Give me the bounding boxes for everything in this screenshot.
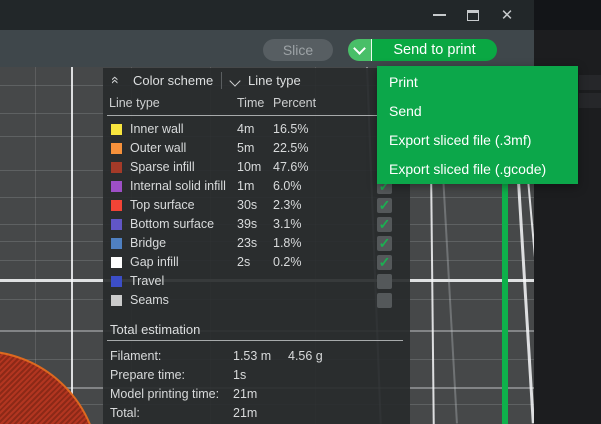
send-to-print-button[interactable]: Send to print [372, 39, 497, 61]
column-header-time: Time [237, 96, 264, 110]
total-estimation-title: Total estimation [110, 322, 200, 337]
line-type-checkbox[interactable] [377, 274, 392, 289]
percent-value: 0.2% [273, 253, 302, 272]
panel-title: Color scheme [133, 73, 213, 88]
total-row: Prepare time: 1s [103, 366, 410, 385]
line-type-label: Inner wall [130, 120, 184, 139]
divider [221, 72, 222, 89]
line-type-label: Seams [130, 291, 169, 310]
total-value: 1.53 m [233, 347, 271, 366]
percent-value: 22.5% [273, 139, 308, 158]
line-type-checkbox[interactable] [377, 293, 392, 308]
total-row: Filament: 1.53 m 4.56 g [103, 347, 410, 366]
time-value: 30s [237, 196, 257, 215]
percent-value: 2.3% [273, 196, 302, 215]
line-type-label: Outer wall [130, 139, 186, 158]
menu-item-print[interactable]: Print [377, 67, 578, 96]
percent-value: 6.0% [273, 177, 302, 196]
view-mode-dropdown[interactable]: Line type [248, 73, 301, 88]
title-bar-right [534, 0, 601, 30]
line-type-color-swatch [111, 181, 122, 192]
minimize-button[interactable] [422, 0, 456, 30]
line-type-color-swatch [111, 143, 122, 154]
time-value: 5m [237, 139, 254, 158]
grid-line-major [71, 67, 73, 424]
line-type-checkbox[interactable]: ✓ [377, 255, 392, 270]
total-row: Model printing time: 21m [103, 385, 410, 404]
column-header-percent: Percent [273, 96, 316, 110]
line-type-checkbox[interactable]: ✓ [377, 198, 392, 213]
line-type-color-swatch [111, 257, 122, 268]
time-value: 23s [237, 234, 257, 253]
close-button[interactable]: ✕ [490, 0, 524, 30]
total-row: Total: 21m [103, 404, 410, 423]
line-type-checkbox[interactable]: ✓ [377, 217, 392, 232]
app-window: « Color scheme Line type Line type Time … [0, 0, 601, 424]
line-type-label: Top surface [130, 196, 195, 215]
line-type-checkbox[interactable]: ✓ [377, 236, 392, 251]
time-value: 10m [237, 158, 261, 177]
slice-button[interactable]: Slice [263, 39, 333, 61]
table-row: Outer wall 5m 22.5% ✓ [103, 139, 410, 158]
maximize-icon [467, 10, 479, 21]
send-to-print-menu: Print Send Export sliced file (.3mf) Exp… [377, 66, 578, 184]
chevron-down-icon[interactable] [229, 75, 240, 86]
total-value: 1s [233, 366, 246, 385]
table-row: Travel [103, 272, 410, 291]
line-type-label: Sparse infill [130, 158, 195, 177]
maximize-button[interactable] [456, 0, 490, 30]
chevron-down-icon [353, 42, 366, 55]
table-row: Bottom surface 39s 3.1% ✓ [103, 215, 410, 234]
total-label: Total: [110, 404, 140, 423]
table-row: Inner wall 4m 16.5% ✓ [103, 120, 410, 139]
panel-header: « Color scheme Line type [103, 68, 410, 94]
total-label: Prepare time: [110, 366, 185, 385]
time-value: 1m [237, 177, 254, 196]
total-label: Filament: [110, 347, 161, 366]
menu-item-export-gcode[interactable]: Export sliced file (.gcode) [377, 154, 578, 183]
line-type-label: Bridge [130, 234, 166, 253]
send-dropdown-button[interactable] [348, 39, 372, 61]
line-type-color-swatch [111, 162, 122, 173]
column-header-line-type: Line type [109, 96, 160, 110]
table-row: Internal solid infill 1m 6.0% ✓ [103, 177, 410, 196]
line-type-color-swatch [111, 219, 122, 230]
menu-item-send[interactable]: Send [377, 96, 578, 125]
line-type-color-swatch [111, 200, 122, 211]
percent-value: 16.5% [273, 120, 308, 139]
total-value: 21m [233, 404, 257, 423]
table-row: Seams [103, 291, 410, 310]
line-type-label: Travel [130, 272, 164, 291]
table-row: Gap infill 2s 0.2% ✓ [103, 253, 410, 272]
close-icon: ✕ [501, 8, 514, 23]
collapse-panel-icon[interactable]: « [109, 76, 123, 84]
percent-value: 3.1% [273, 215, 302, 234]
panel-item-shadow [579, 75, 601, 90]
line-type-color-swatch [111, 276, 122, 287]
line-type-label: Internal solid infill [130, 177, 226, 196]
total-value: 21m [233, 385, 257, 404]
table-row: Bridge 23s 1.8% ✓ [103, 234, 410, 253]
total-value-2: 4.56 g [288, 347, 323, 366]
time-value: 2s [237, 253, 250, 272]
table-row: Sparse infill 10m 47.6% ✓ [103, 158, 410, 177]
line-type-label: Gap infill [130, 253, 179, 272]
line-type-label: Bottom surface [130, 215, 214, 234]
percent-value: 1.8% [273, 234, 302, 253]
total-label: Model printing time: [110, 385, 219, 404]
panel-item-shadow [579, 93, 601, 108]
menu-item-export-3mf[interactable]: Export sliced file (.3mf) [377, 125, 578, 154]
time-value: 39s [237, 215, 257, 234]
color-scheme-panel: « Color scheme Line type Line type Time … [103, 68, 410, 424]
divider [107, 340, 403, 341]
table-column-headers: Line type Time Percent [103, 96, 410, 114]
minimize-icon [433, 14, 446, 16]
line-type-color-swatch [111, 238, 122, 249]
line-type-color-swatch [111, 124, 122, 135]
table-row: Top surface 30s 2.3% ✓ [103, 196, 410, 215]
line-type-color-swatch [111, 295, 122, 306]
divider [107, 115, 403, 116]
percent-value: 47.6% [273, 158, 308, 177]
time-value: 4m [237, 120, 254, 139]
